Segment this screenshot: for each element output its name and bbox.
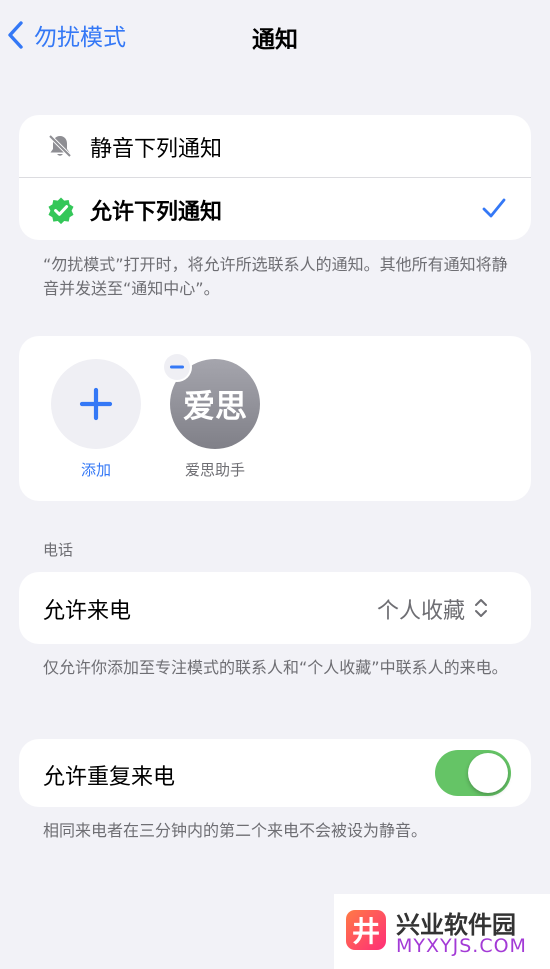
- repeat-calls-footnote: 相同来电者在三分钟内的第二个来电不会被设为静音。: [43, 821, 428, 840]
- contact-name: 爱思助手: [184, 461, 245, 479]
- allow-calls-selector[interactable]: 个人收藏: [377, 593, 465, 625]
- watermark-logo: 井: [346, 910, 386, 950]
- repeat-calls-card: 允许重复来电: [19, 739, 531, 807]
- chevron-up-down-icon: [473, 597, 489, 623]
- allow-calls-label: 允许来电: [43, 599, 132, 624]
- option-allow-label: 允许下列通知: [90, 200, 223, 225]
- allow-calls-footnote: 仅允许你添加至专注模式的联系人和“个人收藏”中联系人的来电。: [43, 658, 508, 677]
- avatar-initials: 爱思: [182, 387, 247, 425]
- navigation-bar: 勿扰模式 通知: [0, 0, 550, 70]
- repeat-calls-toggle[interactable]: [435, 750, 511, 796]
- verified-check-badge-icon: [47, 196, 75, 228]
- allow-calls-value: 个人收藏: [376, 599, 465, 624]
- site-watermark: 井 兴业软件园 MYXYJS.COM: [334, 894, 550, 969]
- contact-item[interactable]: 爱思 爱思助手: [160, 346, 270, 480]
- option-silence-label: 静音下列通知: [90, 137, 223, 162]
- minus-icon: [170, 365, 184, 369]
- notification-footnote: “勿扰模式”打开时，将允许所选联系人的通知。其他所有通知将静音并发送至“通知中心…: [43, 255, 508, 298]
- option-silence-row[interactable]: 静音下列通知: [19, 115, 531, 177]
- repeat-calls-label: 允许重复来电: [43, 765, 176, 790]
- add-contact-label: 添加: [80, 461, 111, 479]
- allow-calls-card[interactable]: 允许来电 个人收藏: [19, 572, 531, 644]
- page-title: 通知: [252, 27, 298, 53]
- phone-section-header: 电话: [43, 541, 74, 559]
- remove-contact-button[interactable]: [162, 352, 192, 382]
- toggle-knob: [468, 753, 508, 793]
- watermark-url: MYXYJS.COM: [396, 935, 527, 957]
- contacts-card: 添加 爱思 爱思助手: [19, 336, 531, 501]
- watermark-logo-glyph: 井: [351, 915, 380, 948]
- notification-options-card: 静音下列通知 允许下列通知: [19, 115, 531, 240]
- bell-slash-icon: [47, 133, 73, 163]
- checkmark-icon: [482, 197, 506, 223]
- plus-icon: [79, 387, 113, 421]
- option-allow-row[interactable]: 允许下列通知: [19, 178, 531, 240]
- add-contact-button[interactable]: 添加: [51, 359, 141, 480]
- add-circle[interactable]: [51, 359, 141, 449]
